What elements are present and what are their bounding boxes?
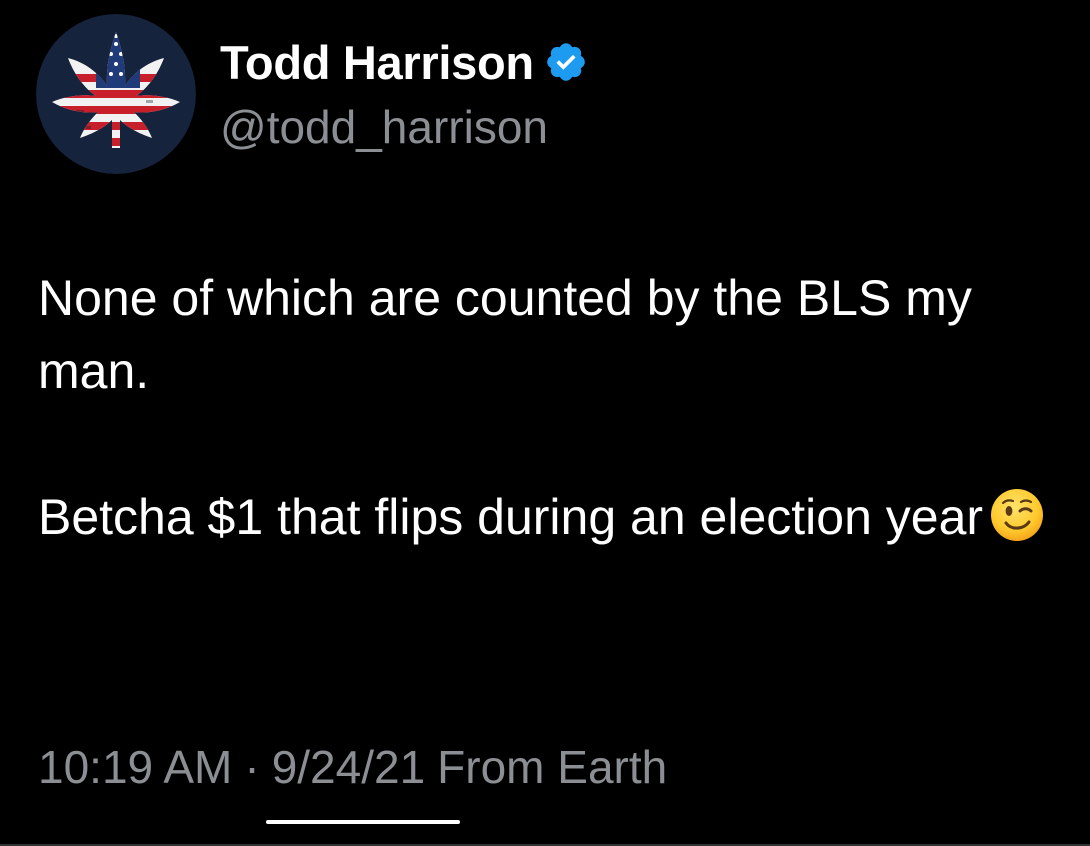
meta-separator: · bbox=[244, 741, 260, 793]
tweet-header: Todd Harrison @todd_harrison bbox=[36, 14, 588, 174]
tweet-time[interactable]: 10:19 AM bbox=[38, 741, 232, 793]
avatar[interactable] bbox=[36, 14, 196, 174]
active-tab-indicator bbox=[266, 820, 460, 824]
author-handle[interactable]: @todd_harrison bbox=[220, 100, 588, 154]
tweet-date[interactable]: 9/24/21 bbox=[272, 741, 425, 793]
winking-face-emoji-icon bbox=[989, 487, 1045, 543]
tweet-paragraph-2: Betcha $1 that flips during an election … bbox=[38, 481, 1078, 554]
tweet-paragraph-1: None of which are counted by the BLS my … bbox=[38, 270, 972, 399]
tweet-detail: Todd Harrison @todd_harrison None of whi… bbox=[0, 0, 1090, 846]
verified-badge-icon[interactable] bbox=[544, 40, 588, 84]
author-identity: Todd Harrison @todd_harrison bbox=[220, 34, 588, 154]
tweet-text: None of which are counted by the BLS my … bbox=[38, 262, 1078, 554]
author-name-row[interactable]: Todd Harrison bbox=[220, 34, 588, 90]
flag-leaf-icon bbox=[36, 14, 196, 174]
tweet-paragraph-2-text: Betcha $1 that flips during an election … bbox=[38, 489, 984, 545]
tweet-source: From Earth bbox=[437, 741, 668, 793]
tweet-metadata: 10:19 AM · 9/24/21 From Earth bbox=[38, 740, 667, 794]
author-display-name[interactable]: Todd Harrison bbox=[220, 35, 534, 90]
